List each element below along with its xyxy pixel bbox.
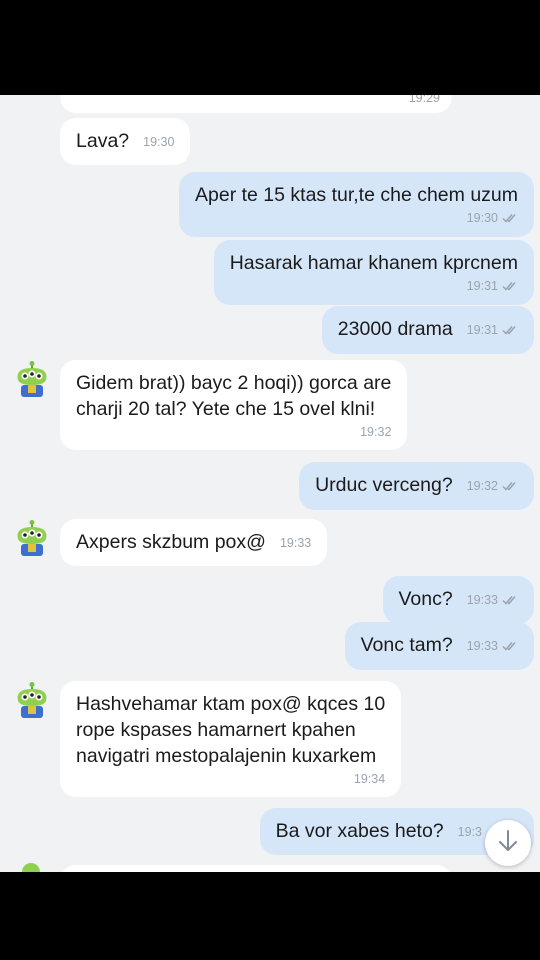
message-bubble-outgoing[interactable]: Hasarak hamar khanem kprcnem 19:31: [213, 240, 534, 305]
double-check-icon: [502, 211, 518, 227]
double-check-icon: [502, 634, 518, 660]
alien-avatar[interactable]: [12, 519, 52, 557]
message-time: 19:29: [408, 95, 440, 105]
message-time: 19:32: [466, 479, 498, 493]
message-bubble-outgoing[interactable]: Urduc verceng? 19:32: [299, 462, 534, 510]
message-text: Vonc?: [398, 588, 453, 610]
message-text-line: navigatri mestopalajenin kuxarkem: [76, 745, 377, 767]
message-text: Hasarak hamar khanem kprcnem: [229, 252, 518, 274]
scroll-to-bottom-button[interactable]: [485, 820, 531, 866]
message-text: Vonc tam?: [360, 634, 453, 656]
double-check-icon: [502, 318, 518, 344]
double-check-icon: [502, 474, 518, 500]
message-bubble-incoming[interactable]: Axpers skzbum pox@ 19:33: [60, 519, 328, 566]
message-bubble-outgoing[interactable]: Aper te 15 ktas tur,te che chem uzum 19:…: [179, 172, 534, 237]
message-text-line: rope kspases hamarnert kpahen: [76, 719, 356, 741]
message-text: Ba vor xabes heto?: [275, 820, 444, 842]
message-bubble-incoming[interactable]: Gidem brat)) bayc 2 hoqi)) gorca are cha…: [60, 360, 408, 450]
message-bubble-outgoing[interactable]: Vonc tam? 19:33: [344, 622, 534, 670]
message-time: 19:33: [466, 639, 498, 653]
message-time: 19:32: [360, 425, 392, 439]
message-bubble-outgoing[interactable]: 23000 drama 19:31: [321, 306, 534, 354]
alien-avatar[interactable]: [12, 360, 52, 398]
message-bubble-outgoing[interactable]: Vonc? 19:33: [382, 576, 534, 624]
message-time: 19:31: [466, 323, 498, 337]
message-text: Urduc verceng?: [315, 474, 453, 496]
message-time: 19:30: [466, 211, 498, 225]
message-bubble-partial: [60, 865, 452, 872]
alien-avatar[interactable]: [12, 681, 52, 719]
message-text-line: Hashvehamar ktam pox@ kqces 10: [76, 693, 386, 715]
message-bubble-incoming[interactable]: Hashvehamar ktam pox@ kqces 10 rope kspa…: [60, 681, 402, 797]
message-bubble-incoming[interactable]: Lava? 19:30: [60, 118, 191, 165]
message-time: 19:33: [466, 593, 498, 607]
message-text: 23000 drama: [337, 318, 453, 340]
message-time: 19:30: [143, 135, 175, 149]
message-time: 19:3: [457, 825, 482, 839]
message-bubble-partial: 19:29: [60, 95, 452, 113]
message-text: Axpers skzbum pox@: [76, 531, 266, 553]
message-text: Lava?: [76, 130, 130, 152]
message-text: Aper te 15 ktas tur,te che chem uzum: [195, 184, 518, 206]
message-time: 19:31: [466, 279, 498, 293]
chat-screen: 19:29 Lava? 19:30 Aper te 15 ktas tur,te …: [0, 95, 540, 872]
message-text-line: Gidem brat)) bayc 2 hoqi)) gorca are: [76, 372, 392, 394]
arrow-down-icon: [497, 829, 519, 858]
message-text-line: charji 20 tal? Yete che 15 ovel klni!: [76, 398, 376, 420]
message-time: 19:34: [353, 772, 386, 786]
message-time: 19:33: [279, 536, 312, 550]
double-check-icon: [502, 588, 518, 614]
alien-avatar-partial: [22, 863, 40, 872]
double-check-icon: [502, 279, 518, 295]
